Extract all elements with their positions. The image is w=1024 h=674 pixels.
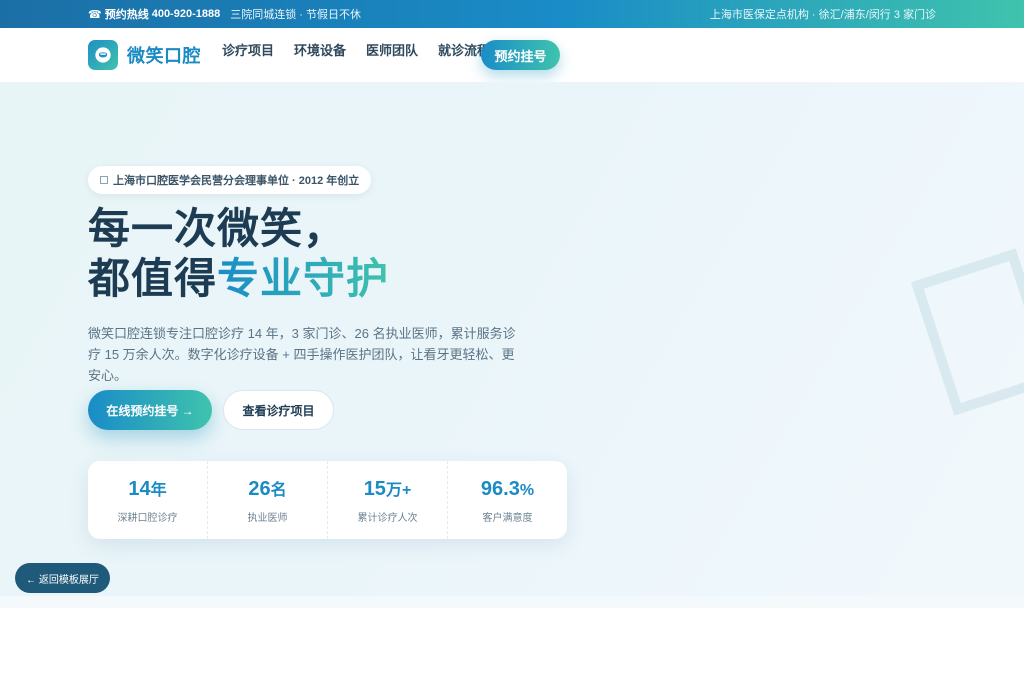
stat-label: 执业医师 — [247, 512, 288, 524]
badge-text: 上海市口腔医学会民营分会理事单位 · 2012 年创立 — [113, 175, 360, 187]
hotline-label: 预约热线 — [104, 9, 149, 21]
stat-label: 累计诊疗人次 — [357, 512, 418, 524]
book-online-button[interactable]: 在线预约挂号 → — [88, 390, 212, 430]
stat-years: 14年 深耕口腔诊疗 — [88, 461, 208, 539]
stat-label: 深耕口腔诊疗 — [117, 512, 178, 524]
top-info-bar: ☎ 预约热线 400-920-1888 三院同城连锁 · 节假日不休 上海市医保… — [0, 0, 1024, 28]
hotline[interactable]: ☎ 预约热线 400-920-1888 — [88, 6, 220, 22]
hero-badge: 上海市口腔医学会民营分会理事单位 · 2012 年创立 — [88, 166, 372, 194]
topbar-left: ☎ 预约热线 400-920-1888 三院同城连锁 · 节假日不休 — [88, 0, 361, 28]
stat-patients: 15万+ 累计诊疗人次 — [328, 461, 448, 539]
nav-item-doctors[interactable]: 医师团队 — [366, 40, 418, 59]
hero-section: 上海市口腔医学会民营分会理事单位 · 2012 年创立 每一次微笑， 都值得专业… — [0, 82, 1024, 596]
stat-unit: 名 — [270, 481, 287, 499]
stat-label: 客户满意度 — [482, 512, 533, 524]
hero-bottom-band — [0, 596, 1024, 608]
phone-icon: ☎ — [88, 8, 102, 21]
stat-value: 14 — [128, 477, 151, 500]
hero-lead: 微笑口腔连锁专注口腔诊疗 14 年，3 家门诊、26 名执业医师，累计服务诊疗 … — [88, 326, 516, 383]
stat-value: 15 — [363, 477, 386, 500]
nav-item-treatments[interactable]: 诊疗项目 — [222, 40, 274, 59]
topbar-note: 三院同城连锁 · 节假日不休 — [230, 9, 361, 21]
nav-item-facilities[interactable]: 环境设备 — [294, 40, 346, 59]
hero-title-line2: 都值得专业守护 — [88, 254, 389, 304]
stat-doctors: 26名 执业医师 — [208, 461, 328, 539]
stat-unit: % — [519, 481, 535, 499]
badge-square-icon — [100, 176, 108, 184]
stat-unit: 万+ — [385, 481, 412, 499]
smile-tooth-icon[interactable] — [88, 40, 118, 70]
hero-title-line1: 每一次微笑， — [88, 205, 347, 252]
brand-name[interactable]: 微笑口腔 — [127, 42, 201, 68]
stat-satisfaction: 96.3% 客户满意度 — [448, 461, 567, 539]
hero-title: 每一次微笑， 都值得专业守护 — [88, 204, 389, 304]
stats-card: 14年 深耕口腔诊疗 26名 执业医师 15万+ 累计诊疗人次 96.3% 客户… — [88, 461, 567, 539]
stat-value: 26 — [248, 477, 271, 500]
topbar-right-text: 上海市医保定点机构 · 徐汇/浦东/闵行 3 家门诊 — [709, 9, 936, 21]
view-treatments-button[interactable]: 查看诊疗项目 — [223, 390, 334, 430]
hotline-number: 400-920-1888 — [151, 8, 221, 20]
stat-value: 96.3 — [480, 477, 520, 500]
hero-title-plain: 都值得 — [88, 255, 218, 302]
main-nav: 微笑口腔 诊疗项目 环境设备 医师团队 就诊流程 预约挂号 — [0, 28, 1024, 82]
back-to-gallery-button[interactable]: ← 返回模板展厅 — [15, 563, 110, 593]
hero-title-highlight: 专业守护 — [217, 255, 390, 302]
stat-unit: 年 — [150, 481, 167, 499]
decorative-square — [911, 248, 1024, 416]
nav-book-button[interactable]: 预约挂号 — [481, 40, 560, 70]
nav-menu: 诊疗项目 环境设备 医师团队 就诊流程 — [222, 40, 490, 59]
